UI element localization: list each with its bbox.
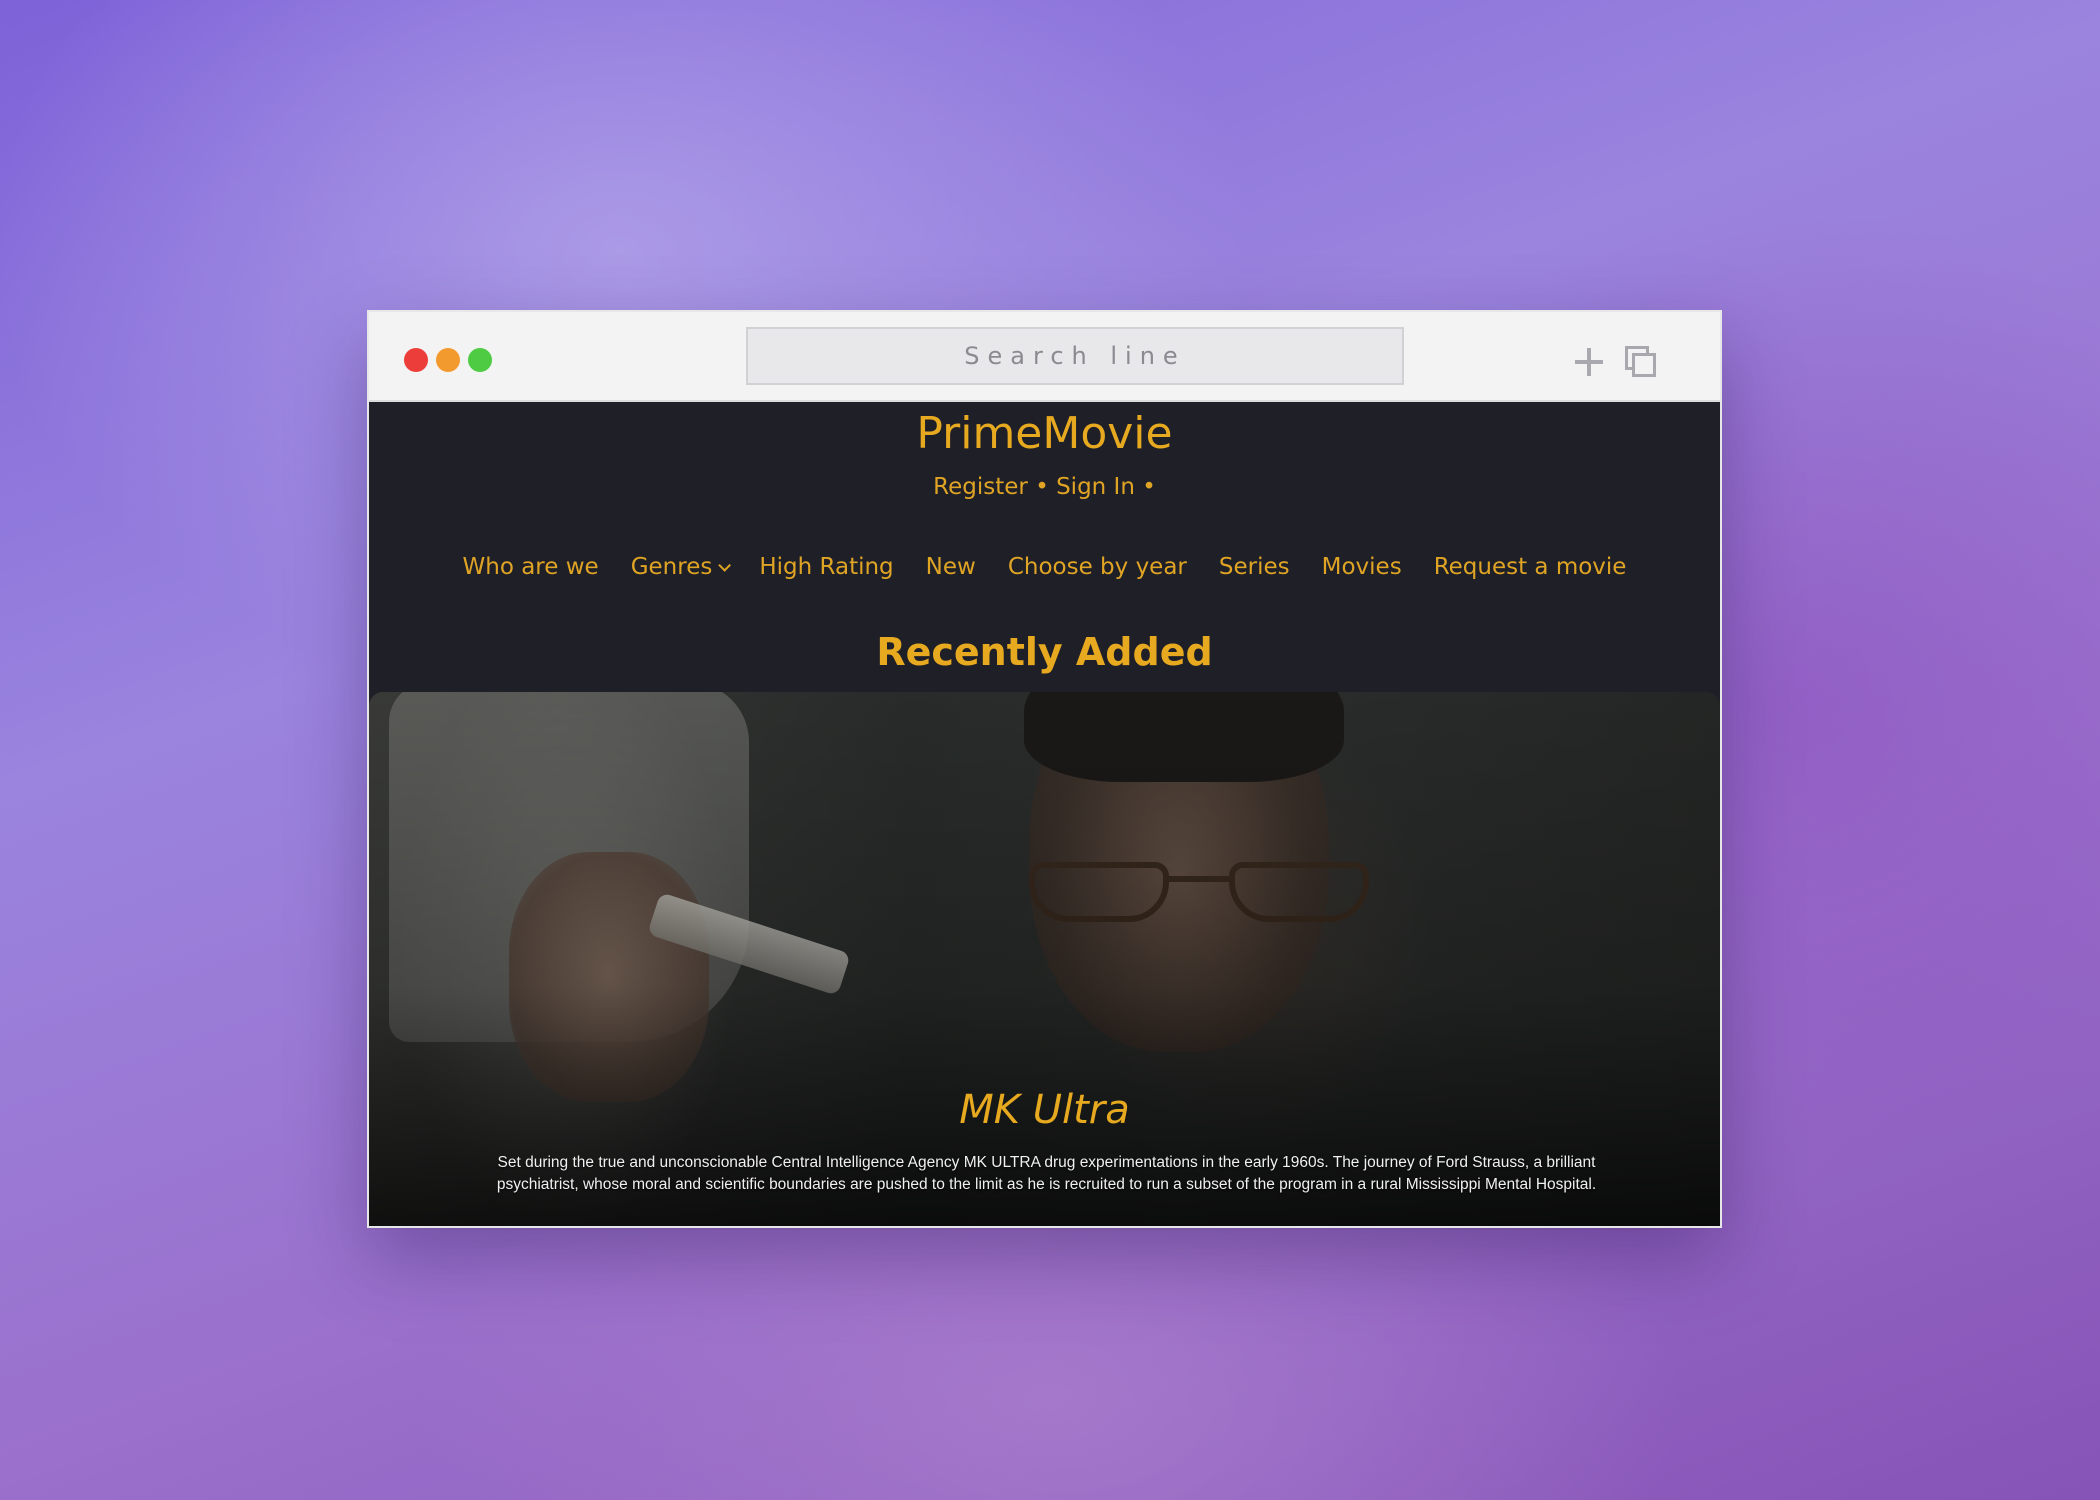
main-nav: Who are we Genres High Rating New Choose…	[369, 554, 1720, 580]
nav-item-high-rating[interactable]: High Rating	[759, 554, 893, 580]
featured-movie-banner[interactable]: MK Ultra Set during the true and unconsc…	[369, 692, 1720, 1226]
browser-titlebar: Search line	[369, 312, 1720, 402]
nav-item-request-a-movie[interactable]: Request a movie	[1434, 554, 1627, 580]
section-title: Recently Added	[876, 630, 1213, 674]
nav-item-movies[interactable]: Movies	[1322, 554, 1402, 580]
search-line-input[interactable]: Search line	[746, 327, 1404, 385]
site-logo[interactable]: PrimeMovie	[369, 408, 1720, 459]
hero-shade-overlay	[369, 692, 1720, 1226]
nav-item-new[interactable]: New	[926, 554, 976, 580]
register-link[interactable]: Register	[933, 474, 1028, 500]
close-window-button[interactable]	[404, 348, 428, 372]
auth-separator: •	[1142, 474, 1156, 500]
site-page: PrimeMovie Register • Sign In • Who are …	[369, 402, 1720, 1226]
nav-item-genres[interactable]: Genres	[631, 554, 732, 580]
sign-in-link[interactable]: Sign In	[1056, 474, 1135, 500]
featured-movie-description: Set during the true and unconscionable C…	[496, 1154, 1597, 1193]
browser-window: Search line PrimeMovie Register • Sign I…	[367, 310, 1722, 1228]
chevron-down-icon	[718, 558, 732, 572]
nav-item-choose-by-year[interactable]: Choose by year	[1008, 554, 1187, 580]
maximize-window-button[interactable]	[468, 348, 492, 372]
search-line-placeholder: Search line	[964, 342, 1186, 370]
nav-item-series[interactable]: Series	[1219, 554, 1290, 580]
nav-item-who-are-we[interactable]: Who are we	[463, 554, 599, 580]
minimize-window-button[interactable]	[436, 348, 460, 372]
auth-separator: •	[1035, 474, 1049, 500]
tabs-icon[interactable]	[1625, 346, 1656, 377]
auth-links: Register • Sign In •	[369, 474, 1720, 500]
plus-icon[interactable]	[1575, 348, 1603, 376]
featured-movie-title[interactable]: MK Ultra	[369, 1087, 1720, 1133]
